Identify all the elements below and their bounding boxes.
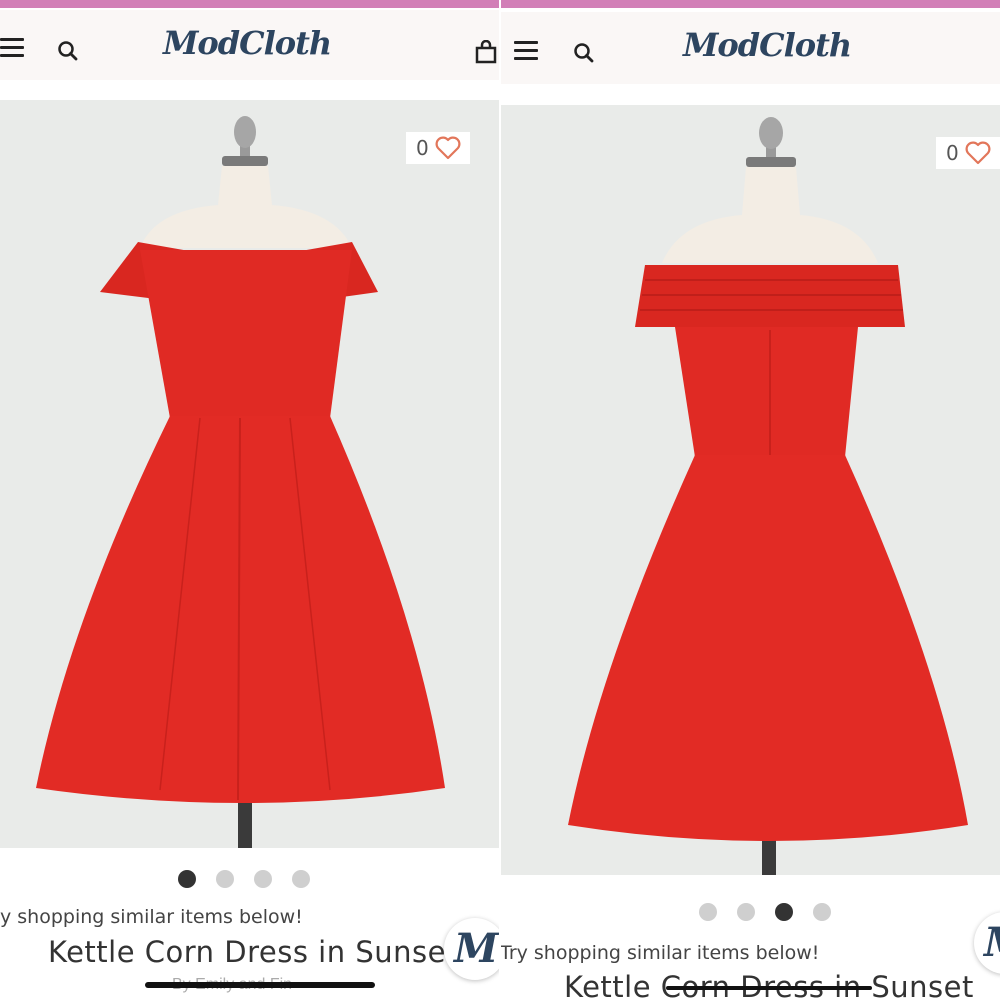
- carousel-dot[interactable]: [216, 870, 234, 888]
- home-indicator: [666, 986, 872, 990]
- modcloth-logo[interactable]: ModCloth: [683, 26, 852, 64]
- product-title: Kettle Corn Dress in Sunset: [48, 935, 458, 969]
- carousel-dot[interactable]: [699, 903, 717, 921]
- right-screenshot: ModCloth 0 Try shopping similar items be…: [500, 0, 1000, 1000]
- carousel-dot[interactable]: [254, 870, 272, 888]
- carousel-dot[interactable]: [775, 903, 793, 921]
- home-indicator: [145, 982, 375, 988]
- heart-icon: [965, 141, 991, 165]
- site-header: ModCloth: [0, 10, 500, 80]
- wishlist-count: 0: [946, 141, 959, 165]
- carousel-dots: [178, 870, 310, 888]
- modcloth-m-icon[interactable]: M: [974, 912, 1000, 974]
- carousel-dot[interactable]: [178, 870, 196, 888]
- wishlist-button[interactable]: 0: [406, 132, 470, 164]
- product-title: Kettle Corn Dress in Sunset: [564, 970, 974, 1000]
- carousel-dots: [699, 903, 831, 921]
- top-accent-strip: [500, 0, 1000, 8]
- carousel-dot[interactable]: [813, 903, 831, 921]
- product-image[interactable]: 0: [500, 105, 1000, 875]
- product-image[interactable]: 0: [0, 100, 500, 848]
- heart-icon: [435, 136, 461, 160]
- hamburger-icon[interactable]: [514, 41, 538, 61]
- search-icon[interactable]: [57, 40, 79, 62]
- similar-items-prompt[interactable]: Try shopping similar items below!: [500, 942, 819, 964]
- top-accent-strip: [0, 0, 500, 8]
- dress-photo: [500, 105, 1000, 875]
- modcloth-logo[interactable]: ModCloth: [163, 24, 332, 62]
- dress-photo: [0, 100, 500, 848]
- similar-items-prompt[interactable]: y shopping similar items below!: [0, 906, 303, 928]
- site-header: ModCloth: [500, 12, 1000, 84]
- search-icon[interactable]: [573, 42, 595, 64]
- panel-divider: [499, 0, 501, 1000]
- carousel-dot[interactable]: [292, 870, 310, 888]
- left-screenshot: ModCloth 0 y shopping similar items belo…: [0, 0, 500, 1000]
- wishlist-count: 0: [416, 136, 429, 160]
- hamburger-icon[interactable]: [0, 38, 24, 58]
- carousel-dot[interactable]: [737, 903, 755, 921]
- shopping-bag-icon[interactable]: [475, 40, 497, 64]
- wishlist-button[interactable]: 0: [936, 137, 1000, 169]
- modcloth-m-icon[interactable]: M: [444, 918, 500, 980]
